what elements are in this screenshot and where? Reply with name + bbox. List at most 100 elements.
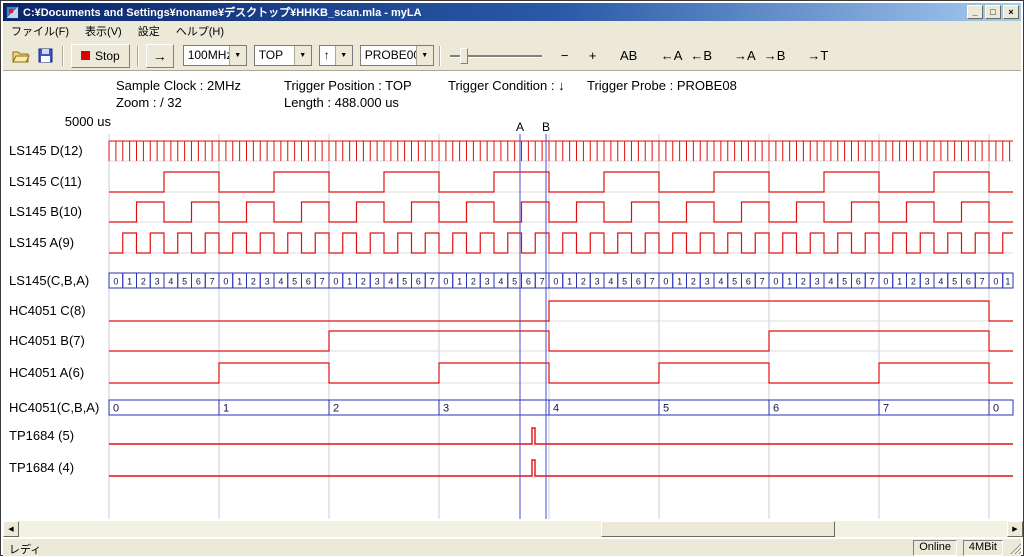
- zoom-out-button[interactable]: −: [551, 45, 579, 67]
- goto-b-right-button[interactable]: →B: [760, 45, 790, 67]
- save-button[interactable]: [33, 45, 57, 67]
- bus-value: 5: [292, 277, 297, 287]
- waveform-trace: [109, 331, 1013, 351]
- bus-value: 7: [210, 277, 215, 287]
- open-file-button[interactable]: [9, 45, 33, 67]
- bus-cell: [329, 400, 439, 415]
- trigger-position-text: Trigger Position : TOP: [284, 78, 412, 93]
- run-button[interactable]: →: [146, 44, 174, 68]
- sample-rate-select[interactable]: 100MHz ▼: [183, 45, 247, 66]
- bus-value: 1: [677, 277, 682, 287]
- waveform-trace: [109, 233, 1013, 253]
- stop-label: Stop: [95, 49, 120, 63]
- ab-button[interactable]: AB: [615, 45, 643, 67]
- chevron-down-icon[interactable]: ▼: [335, 46, 352, 65]
- menu-file[interactable]: ファイル(F): [3, 21, 77, 41]
- bus-value: 4: [828, 277, 833, 287]
- bus-value: 0: [993, 277, 998, 287]
- bus-value: 0: [443, 277, 448, 287]
- toolbar-separator: [439, 46, 441, 66]
- waveform-trace: [109, 141, 1013, 161]
- bus-value: 7: [320, 277, 325, 287]
- window-title: C:¥Documents and Settings¥noname¥デスクトップ¥…: [23, 4, 965, 20]
- waveform-trace: [109, 460, 1013, 476]
- bus-cell: [879, 400, 989, 415]
- floppy-disk-icon: [38, 48, 53, 63]
- chevron-down-icon[interactable]: ▼: [294, 46, 311, 65]
- chevron-down-icon[interactable]: ▼: [416, 46, 433, 65]
- waveform-trace: [109, 172, 1013, 192]
- menu-settings[interactable]: 設定: [130, 21, 168, 41]
- bus-value: 3: [443, 403, 449, 415]
- zoom-slider-thumb[interactable]: [460, 48, 468, 64]
- trigger-edge-select[interactable]: ↑ ▼: [319, 45, 353, 66]
- bus-value: 7: [430, 277, 435, 287]
- trigger-position-select[interactable]: TOP ▼: [254, 45, 312, 66]
- bus-value: 5: [622, 277, 627, 287]
- trigger-probe-text: Trigger Probe : PROBE08: [587, 78, 737, 93]
- bus-value: 5: [512, 277, 517, 287]
- cursor-b-label[interactable]: B: [539, 120, 553, 134]
- bus-value: 4: [388, 277, 393, 287]
- bus-value: 2: [251, 277, 256, 287]
- stop-icon: [81, 51, 90, 60]
- bus-value: 1: [223, 403, 229, 415]
- horizontal-scrollbar[interactable]: ◀ ▶: [3, 521, 1023, 537]
- bus-value: 4: [498, 277, 503, 287]
- bus-cell: [769, 400, 879, 415]
- scrollbar-thumb[interactable]: [601, 521, 835, 537]
- bus-value: 5: [402, 277, 407, 287]
- waveform-trace: [109, 301, 1013, 321]
- menu-help[interactable]: ヘルプ(H): [168, 21, 232, 41]
- bus-value: 3: [595, 277, 600, 287]
- zoom-in-button[interactable]: +: [579, 45, 607, 67]
- bus-value: 6: [966, 277, 971, 287]
- bus-value: 4: [553, 403, 559, 415]
- trigger-probe-select[interactable]: PROBE00 ▼: [360, 45, 434, 66]
- resize-grip[interactable]: [1008, 541, 1021, 554]
- bus-value: 6: [773, 403, 779, 415]
- app-icon: [6, 6, 19, 19]
- close-button[interactable]: ×: [1003, 5, 1019, 19]
- scroll-left-arrow[interactable]: ◀: [3, 521, 19, 537]
- cursor-a-label[interactable]: A: [513, 120, 527, 134]
- toolbar-separator: [62, 46, 64, 66]
- zoom-text: Zoom : / 32: [116, 95, 182, 110]
- bus-value: 3: [375, 277, 380, 287]
- stop-button[interactable]: Stop: [71, 44, 130, 68]
- bus-value: 4: [938, 277, 943, 287]
- zoom-slider[interactable]: [450, 45, 542, 67]
- bus-value: 1: [787, 277, 792, 287]
- bus-cell: [439, 400, 549, 415]
- chevron-down-icon[interactable]: ▼: [229, 46, 246, 65]
- app-window: C:¥Documents and Settings¥noname¥デスクトップ¥…: [0, 0, 1024, 556]
- goto-a-left-button[interactable]: ←A: [657, 45, 687, 67]
- bus-value: 2: [691, 277, 696, 287]
- waveform-plot[interactable]: 0123456701234567012345670123456701234567…: [1, 134, 1024, 519]
- maximize-button[interactable]: □: [985, 5, 1001, 19]
- bus-cell: [109, 400, 219, 415]
- menu-bar: ファイル(F) 表示(V) 設定 ヘルプ(H): [3, 21, 1021, 41]
- goto-trigger-button[interactable]: →T: [803, 45, 832, 67]
- bus-value: 3: [485, 277, 490, 287]
- bus-value: 6: [416, 277, 421, 287]
- minimize-button[interactable]: _: [967, 5, 983, 19]
- menu-view[interactable]: 表示(V): [77, 21, 130, 41]
- bus-value: 5: [182, 277, 187, 287]
- length-text: Length : 488.000 us: [284, 95, 399, 110]
- bus-value: 7: [540, 277, 545, 287]
- goto-b-left-button[interactable]: ←B: [686, 45, 716, 67]
- bus-value: 6: [306, 277, 311, 287]
- sample-rate-value: 100MHz: [184, 46, 229, 65]
- bus-value: 1: [897, 277, 902, 287]
- goto-a-right-button[interactable]: →A: [730, 45, 760, 67]
- bus-value: 3: [925, 277, 930, 287]
- bus-value: 7: [980, 277, 985, 287]
- title-bar: C:¥Documents and Settings¥noname¥デスクトップ¥…: [3, 3, 1021, 21]
- scroll-right-arrow[interactable]: ▶: [1007, 521, 1023, 537]
- bus-value: 0: [223, 277, 228, 287]
- bus-value: 5: [732, 277, 737, 287]
- bus-value: 2: [911, 277, 916, 287]
- bus-value: 2: [361, 277, 366, 287]
- bus-value: 1: [127, 277, 132, 287]
